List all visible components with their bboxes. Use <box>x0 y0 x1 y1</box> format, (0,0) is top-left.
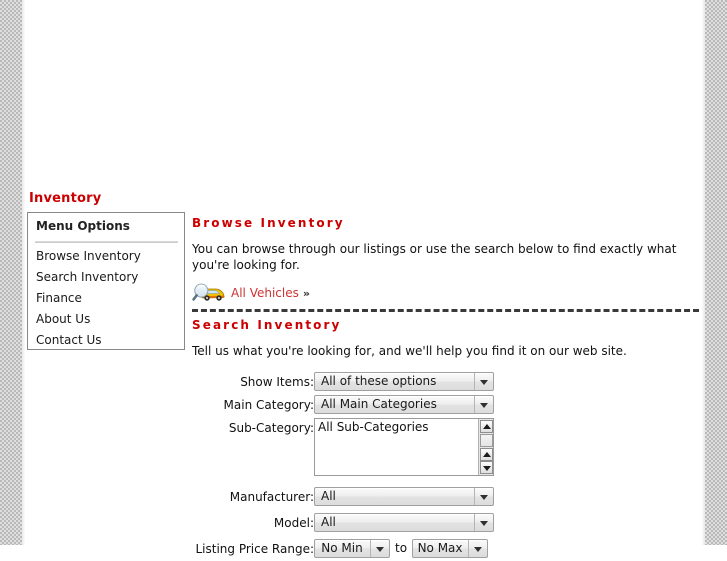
browse-inventory-description: You can browse through our listings or u… <box>192 242 677 272</box>
price-range-separator: to <box>395 541 408 555</box>
chevron-down-icon[interactable] <box>474 488 493 505</box>
label-main-category: Main Category: <box>223 398 314 412</box>
right-edge-texture <box>705 0 727 545</box>
chevron-down-icon[interactable] <box>474 373 493 390</box>
manufacturer-select[interactable]: All <box>314 487 494 506</box>
chevron-down-icon[interactable] <box>474 514 493 531</box>
magnifier-car-icon <box>192 282 226 304</box>
all-vehicles-link[interactable]: All Vehicles <box>231 286 299 300</box>
price-min-select[interactable]: No Min <box>314 539 390 558</box>
show-items-select[interactable]: All of these options <box>314 372 494 391</box>
search-inventory-heading: Search Inventory <box>192 318 342 332</box>
sidebar-divider <box>35 241 178 243</box>
show-items-value: All of these options <box>321 374 437 388</box>
label-sub-category: Sub-Category: <box>228 421 314 435</box>
sidebar-heading: Menu Options <box>36 219 130 233</box>
scrollbar-thumb[interactable] <box>480 434 493 447</box>
form-row-sub-category: Sub-Category: All Sub-Categories <box>192 418 692 476</box>
model-select[interactable]: All <box>314 513 494 532</box>
chevron-right-icon: » <box>302 286 310 300</box>
label-model: Model: <box>273 516 314 530</box>
manufacturer-value: All <box>321 489 336 503</box>
form-row-main-category: Main Category: All Main Categories <box>192 395 692 417</box>
sidebar-item-about-us[interactable]: About Us <box>28 309 184 330</box>
all-vehicles-row[interactable]: All Vehicles » <box>192 282 310 304</box>
chevron-down-icon[interactable] <box>468 540 487 557</box>
scroll-up-secondary-icon[interactable] <box>480 448 493 461</box>
sidebar-list: Browse Inventory Search Inventory Financ… <box>28 246 184 351</box>
price-max-select[interactable]: No Max <box>412 539 489 558</box>
sidebar-item-search-inventory[interactable]: Search Inventory <box>28 267 184 288</box>
label-listing-price-range: Listing Price Range: <box>195 542 314 556</box>
sidebar-item-finance[interactable]: Finance <box>28 288 184 309</box>
chevron-down-icon[interactable] <box>474 396 493 413</box>
scroll-down-icon[interactable] <box>480 461 493 474</box>
form-row-show-items: Show Items: All of these options <box>192 372 692 394</box>
page-frame: Inventory Menu Options Browse Inventory … <box>0 0 727 558</box>
sidebar-item-browse-inventory[interactable]: Browse Inventory <box>28 246 184 267</box>
main-category-select[interactable]: All Main Categories <box>314 395 494 414</box>
label-show-items: Show Items: <box>240 375 314 389</box>
browse-inventory-heading: Browse Inventory <box>192 216 345 230</box>
price-min-value: No Min <box>321 541 363 555</box>
sub-category-scrollbar[interactable] <box>478 419 493 475</box>
main-category-value: All Main Categories <box>321 397 437 411</box>
section-divider <box>192 309 699 312</box>
form-row-model: Model: All <box>192 513 692 535</box>
price-range-group: No Min to No Max <box>314 539 489 558</box>
sub-category-option[interactable]: All Sub-Categories <box>318 420 429 435</box>
right-edge-sheen <box>702 0 705 545</box>
search-form: Show Items: All of these options Main Ca… <box>192 372 692 561</box>
content-canvas: Inventory Menu Options Browse Inventory … <box>25 0 702 558</box>
label-manufacturer: Manufacturer: <box>229 490 314 504</box>
chevron-down-icon[interactable] <box>370 540 389 557</box>
sidebar-item-contact-us[interactable]: Contact Us <box>28 330 184 351</box>
sub-category-listbox[interactable]: All Sub-Categories <box>314 418 494 476</box>
left-edge-texture <box>0 0 22 545</box>
model-value: All <box>321 515 336 529</box>
form-row-listing-price-range: Listing Price Range: No Min to No Max <box>192 539 692 560</box>
page-title: Inventory <box>29 191 102 206</box>
price-max-value: No Max <box>417 541 463 555</box>
form-row-manufacturer: Manufacturer: All <box>192 487 692 509</box>
sidebar-menu-box: Menu Options Browse Inventory Search Inv… <box>27 212 185 350</box>
scroll-up-icon[interactable] <box>480 420 493 433</box>
search-inventory-description: Tell us what you're looking for, and we'… <box>192 344 627 358</box>
